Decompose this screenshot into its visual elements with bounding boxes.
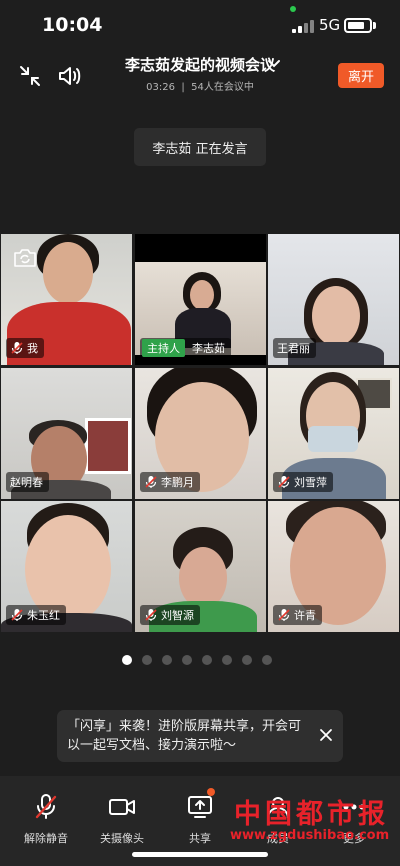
participant-name: 我 (27, 342, 38, 355)
participant-name: 刘雪萍 (294, 476, 327, 489)
participant-name-tag: 刘雪萍 (273, 472, 333, 492)
active-speaker-status: 正在发言 (195, 141, 248, 157)
participant-name-tag: 李鹏月 (140, 472, 200, 492)
home-indicator[interactable] (132, 852, 268, 857)
share-screen-icon (185, 788, 215, 822)
unmute-button[interactable]: 解除静音 (6, 792, 86, 846)
share-label: 共享 (189, 832, 211, 845)
speaker-icon[interactable] (56, 62, 84, 90)
participant-name: 李鹏月 (161, 476, 194, 489)
minimize-icon[interactable] (16, 62, 44, 90)
video-tile[interactable]: 王君丽 (268, 234, 399, 365)
status-bar: 10:04 5G (0, 0, 400, 50)
video-tile[interactable]: 许青 (268, 501, 399, 632)
video-grid: 我 主持人 李志茹 王君丽 赵明春 李鹏月 刘雪萍 朱玉红 刘智源 许青 (1, 234, 399, 632)
mic-muted-icon (278, 609, 290, 621)
page-dot[interactable] (262, 655, 272, 665)
active-speaker-name: 李志茹 (152, 141, 192, 157)
participant-name-tag: 朱玉红 (6, 605, 66, 625)
page-dot[interactable] (182, 655, 192, 665)
leave-button[interactable]: 离开 (338, 63, 384, 88)
video-tile[interactable]: 李鹏月 (135, 368, 266, 499)
meeting-info-separator: | (181, 82, 185, 93)
participant-name-tag: 赵明春 (6, 472, 49, 492)
notification-dot (207, 788, 215, 796)
page-dot[interactable] (122, 655, 132, 665)
meeting-info: 03:26 | 54人在会议中 (110, 78, 290, 93)
chevron-down-icon[interactable] (266, 56, 282, 72)
switch-camera-icon[interactable] (13, 248, 37, 268)
mic-muted-icon (145, 476, 157, 488)
participant-name: 朱玉红 (27, 609, 60, 622)
video-tile[interactable]: 我 (1, 234, 132, 365)
participant-name: 许青 (294, 609, 316, 622)
mic-muted-icon (278, 476, 290, 488)
video-tile[interactable]: 赵明春 (1, 368, 132, 499)
page-dot[interactable] (202, 655, 212, 665)
newspaper-watermark: 中国都市报 www.zgdushibao.com (230, 790, 390, 850)
participant-name: 王君丽 (277, 342, 310, 355)
page-dot[interactable] (242, 655, 252, 665)
participant-name: 李志茹 (192, 342, 225, 355)
meeting-duration: 03:26 (146, 82, 175, 93)
camera-off-button[interactable]: 关摄像头 (82, 792, 162, 846)
close-icon[interactable] (319, 728, 333, 742)
mic-muted-icon (11, 342, 23, 354)
unmute-label: 解除静音 (24, 832, 68, 845)
page-dot[interactable] (162, 655, 172, 665)
video-tile[interactable]: 朱玉红 (1, 501, 132, 632)
signal-icon (292, 19, 314, 33)
host-badge: 主持人 (142, 339, 185, 357)
battery-icon (344, 18, 372, 33)
page-dot[interactable] (142, 655, 152, 665)
mic-muted-icon (145, 609, 157, 621)
participant-name: 刘智源 (161, 609, 194, 622)
watermark-title: 中国都市报 (234, 799, 389, 830)
participant-name-tag: 刘智源 (140, 605, 200, 625)
share-button[interactable]: 共享 (160, 788, 240, 846)
participant-name-tag: 主持人 李志茹 (140, 338, 231, 358)
tip-banner[interactable]: 「闪享」来袭！进阶版屏幕共享，开会可以一起写文档、接力演示啦～ (57, 710, 343, 762)
active-speaker-banner: 李志茹 正在发言 (134, 128, 266, 166)
attendee-count: 54人在会议中 (191, 82, 254, 93)
participant-name-tag: 我 (6, 338, 44, 358)
page-indicator[interactable] (122, 655, 282, 665)
privacy-indicator-dot (290, 6, 296, 12)
status-time: 10:04 (42, 14, 103, 36)
page-dot[interactable] (222, 655, 232, 665)
network-type: 5G (319, 16, 341, 34)
video-tile[interactable]: 刘雪萍 (268, 368, 399, 499)
participant-name-tag: 王君丽 (273, 338, 316, 358)
mic-muted-icon (11, 609, 23, 621)
participant-name-tag: 许青 (273, 605, 322, 625)
watermark-url: www.zgdushibao.com (230, 828, 390, 843)
video-tile[interactable]: 刘智源 (135, 501, 266, 632)
camera-label: 关摄像头 (100, 832, 144, 845)
mic-muted-icon (31, 792, 61, 822)
camera-icon (107, 792, 137, 822)
video-tile-active-speaker[interactable]: 主持人 李志茹 (135, 234, 266, 365)
tip-text: 「闪享」来袭！进阶版屏幕共享，开会可以一起写文档、接力演示啦～ (67, 719, 302, 753)
participant-name: 赵明春 (10, 476, 43, 489)
